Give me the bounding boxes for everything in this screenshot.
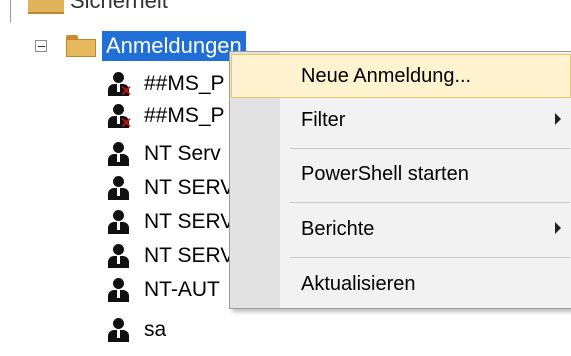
menu-item-berichte[interactable]: Berichte [231,207,571,251]
tree-item-login[interactable]: NT Serv [108,138,248,170]
menu-item-neue-anmeldung[interactable]: Neue Anmeldung... [231,54,571,98]
tree-parent-label: Sicherheit [70,0,168,13]
menu-item-powershell-starten[interactable]: PowerShell starten [231,152,571,196]
tree-item-label: sa [144,318,167,341]
tree-item-login[interactable]: NT-AUT [108,274,248,306]
folder-icon [28,0,64,14]
menu-item-aktualisieren[interactable]: Aktualisieren [231,262,571,306]
menu-separator [290,257,570,258]
tree-item-login[interactable]: NT SERV [108,206,248,238]
menu-separator [290,148,570,149]
tree-parent-row[interactable]: Sicherheit [0,0,571,22]
menu-item-label: Neue Anmeldung... [301,65,472,87]
menu-item-filter[interactable]: Filter [231,98,571,142]
menu-separator [290,202,570,203]
user-icon [108,176,130,200]
tree-item-login[interactable]: sa [108,314,248,346]
menu-item-label: Berichte [301,218,375,240]
tree-item-login[interactable]: NT SERV [108,240,248,272]
folder-icon [66,35,96,57]
user-icon [108,278,130,302]
menu-item-label: Aktualisieren [301,273,416,295]
user-icon [108,210,130,234]
tree-guide-line [10,0,11,22]
collapse-toggle-icon[interactable] [35,40,47,52]
user-disabled-icon: ✕ [108,72,133,99]
submenu-arrow-icon [555,222,561,234]
tree-node-anmeldungen[interactable]: Anmeldungen [102,31,246,61]
tree-item-label: NT SERV [144,244,235,267]
user-icon [108,142,130,166]
tree-item-label: NT-AUT [144,278,220,301]
submenu-arrow-icon [555,113,561,125]
tree-item-label: NT Serv [144,142,221,165]
tree-item-label: ##MS_P [144,104,225,127]
tree-item-label: ##MS_P [144,72,225,95]
menu-item-label: PowerShell starten [301,163,469,185]
tree-item-login[interactable]: NT SERV [108,172,248,204]
context-menu: Neue Anmeldung... Filter PowerShell star… [229,51,571,309]
tree-item-login[interactable]: ✕ ##MS_P [108,100,248,132]
user-icon [108,244,130,268]
tree-item-label: NT SERV [144,210,235,233]
user-icon [108,318,130,342]
tree-item-login[interactable]: ✕ ##MS_P [108,68,248,100]
tree-item-label: NT SERV [144,176,235,199]
menu-item-label: Filter [301,109,346,131]
user-disabled-icon: ✕ [108,104,133,131]
